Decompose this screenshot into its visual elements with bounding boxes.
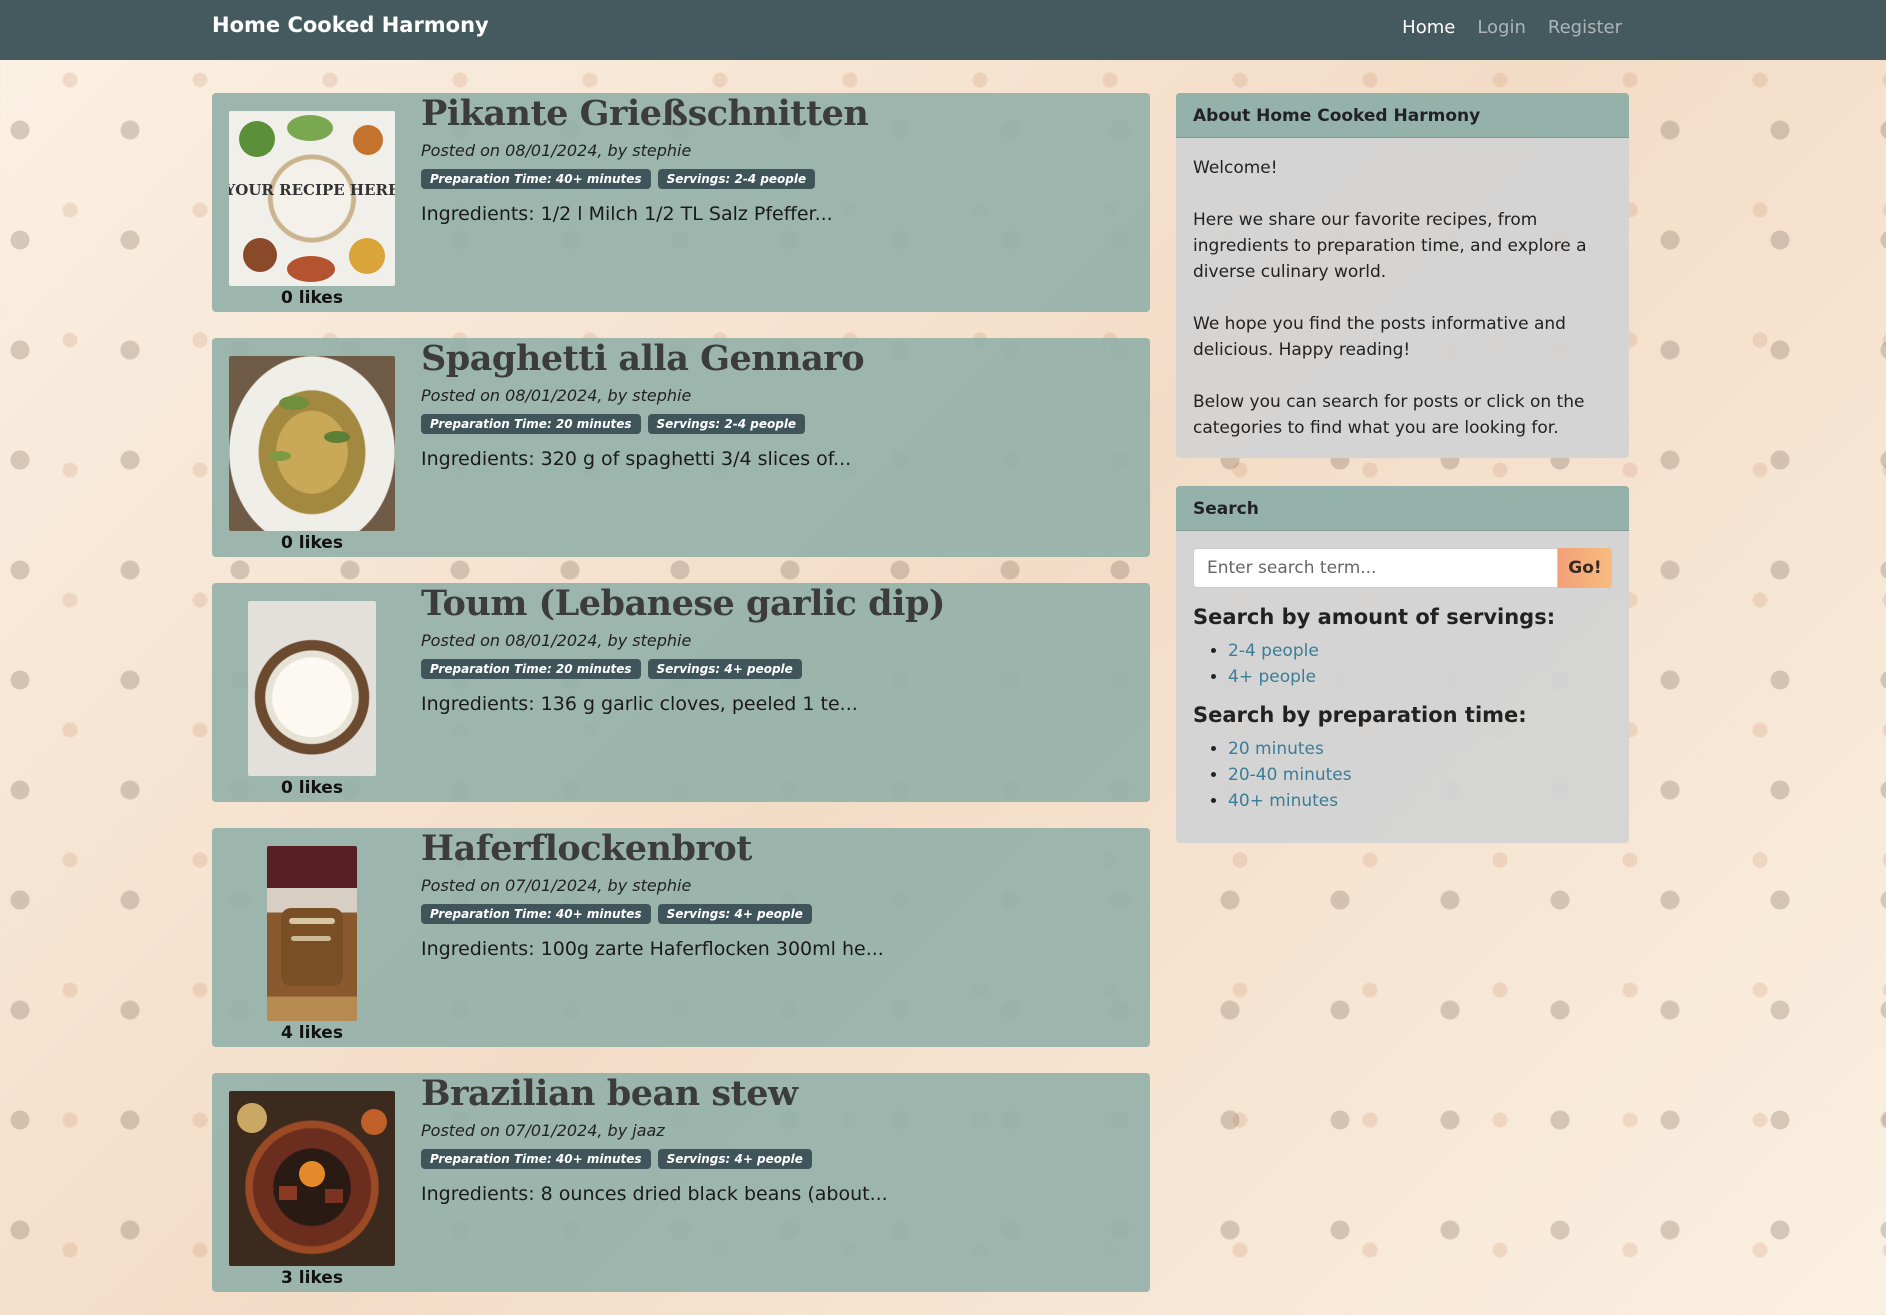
search-form: Go! [1193,548,1612,588]
post-title[interactable]: Pikante Grießschnitten [421,93,869,134]
post-thumbnail[interactable] [229,356,395,531]
post-thumbnail[interactable]: YOUR RECIPE HERE [229,111,395,286]
badge-group: Preparation Time: 40+ minutes Servings: … [421,904,812,924]
post-thumbnail[interactable] [229,601,395,776]
badge-group: Preparation Time: 20 minutes Servings: 4… [421,659,802,679]
recipe-image [229,356,395,531]
time-link-40-plus[interactable]: 40+ minutes [1228,791,1338,811]
servings-badge: Servings: 2-4 people [657,169,816,189]
search-input[interactable] [1193,548,1558,588]
search-card-body: Go! Search by amount of servings: 2-4 pe… [1176,531,1629,843]
servings-badge: Servings: 4+ people [657,1149,812,1169]
likes-count: 4 likes [281,1023,343,1043]
post-list: YOUR RECIPE HERE 0 likes Pikante Grießsc… [212,93,1150,1315]
prep-time-list: 20 minutes 20-40 minutes 40+ minutes [1193,736,1612,814]
about-card-header: About Home Cooked Harmony [1176,93,1629,138]
about-paragraph: Here we share our favorite recipes, from… [1193,210,1587,282]
servings-heading: Search by amount of servings: [1193,605,1556,629]
post-meta: Posted on 08/01/2024, by stephie [421,386,692,405]
post-thumbnail[interactable] [229,1091,395,1266]
brand-link[interactable]: Home Cooked Harmony [212,13,489,37]
prep-time-heading: Search by preparation time: [1193,703,1527,727]
post-title[interactable]: Haferflockenbrot [421,828,752,869]
post-card: 4 likes Haferflockenbrot Posted on 07/01… [212,828,1150,1047]
post-card: 0 likes Spaghetti alla Gennaro Posted on… [212,338,1150,557]
list-item: 40+ minutes [1228,788,1612,814]
post-ingredients: Ingredients: 100g zarte Haferflocken 300… [421,938,884,960]
list-item: 4+ people [1228,664,1612,690]
search-card-header: Search [1176,486,1629,531]
list-item: 20-40 minutes [1228,762,1612,788]
post-ingredients: Ingredients: 136 g garlic cloves, peeled… [421,693,858,715]
post-card: YOUR RECIPE HERE 0 likes Pikante Grießsc… [212,93,1150,312]
recipe-image [267,846,357,1021]
post-ingredients: Ingredients: 1/2 l Milch 1/2 TL Salz Pfe… [421,203,833,225]
post-ingredients: Ingredients: 8 ounces dried black beans … [421,1183,888,1205]
list-item: 20 minutes [1228,736,1612,762]
recipe-image: YOUR RECIPE HERE [229,111,395,286]
prep-time-badge: Preparation Time: 40+ minutes [421,1149,651,1169]
about-card-body: Welcome! Here we share our favorite reci… [1176,138,1629,458]
time-link-20-40[interactable]: 20-40 minutes [1228,765,1352,785]
recipe-label-graphic: YOUR RECIPE HERE [229,181,395,199]
sidebar: About Home Cooked Harmony Welcome! Here … [1176,93,1629,871]
nav-login-link[interactable]: Login [1477,17,1526,38]
badge-group: Preparation Time: 40+ minutes Servings: … [421,1149,812,1169]
prep-time-badge: Preparation Time: 40+ minutes [421,904,651,924]
likes-count: 0 likes [281,533,343,553]
servings-list: 2-4 people 4+ people [1193,638,1612,690]
servings-badge: Servings: 2-4 people [647,414,806,434]
post-card: 0 likes Toum (Lebanese garlic dip) Poste… [212,583,1150,802]
badge-group: Preparation Time: 40+ minutes Servings: … [421,169,816,189]
post-ingredients: Ingredients: 320 g of spaghetti 3/4 slic… [421,448,852,470]
servings-badge: Servings: 4+ people [647,659,802,679]
post-meta: Posted on 07/01/2024, by stephie [421,876,692,895]
search-go-button[interactable]: Go! [1558,548,1612,588]
list-item: 2-4 people [1228,638,1612,664]
likes-count: 0 likes [281,778,343,798]
nav-home-link[interactable]: Home [1402,17,1455,38]
likes-count: 0 likes [281,288,343,308]
about-paragraph: Below you can search for posts or click … [1193,392,1585,438]
about-paragraph: We hope you find the posts informative a… [1193,314,1566,360]
post-meta: Posted on 08/01/2024, by stephie [421,631,692,650]
post-card: 3 likes Brazilian bean stew Posted on 07… [212,1073,1150,1292]
post-title[interactable]: Brazilian bean stew [421,1073,798,1114]
servings-badge: Servings: 4+ people [657,904,812,924]
badge-group: Preparation Time: 20 minutes Servings: 2… [421,414,806,434]
recipe-label-text: YOUR RECIPE HERE [229,181,395,199]
about-paragraph: Welcome! [1193,158,1278,178]
prep-time-badge: Preparation Time: 20 minutes [421,414,641,434]
top-navbar: Home Cooked Harmony Home Login Register [0,0,1886,60]
post-title[interactable]: Spaghetti alla Gennaro [421,338,865,379]
about-card: About Home Cooked Harmony Welcome! Here … [1176,93,1629,458]
nav-register-link[interactable]: Register [1548,17,1622,38]
servings-link-4-plus[interactable]: 4+ people [1228,667,1316,687]
search-card: Search Go! Search by amount of servings:… [1176,486,1629,843]
post-thumbnail[interactable] [229,846,395,1021]
post-meta: Posted on 08/01/2024, by stephie [421,141,692,160]
recipe-image [248,601,376,776]
servings-link-2-4[interactable]: 2-4 people [1228,641,1319,661]
time-link-20[interactable]: 20 minutes [1228,739,1324,759]
likes-count: 3 likes [281,1268,343,1288]
post-title[interactable]: Toum (Lebanese garlic dip) [421,583,945,624]
post-meta: Posted on 07/01/2024, by jaaz [421,1121,665,1140]
nav-links: Home Login Register [1380,17,1622,38]
prep-time-badge: Preparation Time: 40+ minutes [421,169,651,189]
prep-time-badge: Preparation Time: 20 minutes [421,659,641,679]
recipe-image [229,1091,395,1266]
